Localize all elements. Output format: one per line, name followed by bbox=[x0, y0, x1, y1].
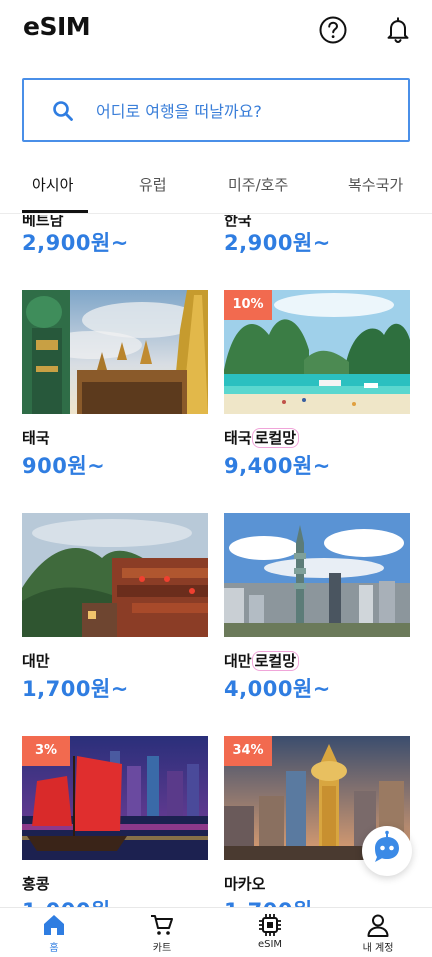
product-name: 대만 bbox=[22, 652, 50, 670]
product-name: 태국 로컬망 bbox=[224, 427, 300, 448]
nav-home-label: 홈 bbox=[49, 943, 59, 954]
product-image-thailand[interactable] bbox=[22, 290, 208, 414]
local-network-label: 로컬망 bbox=[251, 651, 300, 671]
product-price[interactable]: 9,400원~ bbox=[224, 450, 331, 480]
nav-esim[interactable]: eSIM bbox=[235, 912, 305, 957]
chatbot-button[interactable] bbox=[362, 826, 412, 876]
nav-account[interactable]: 내 계정 bbox=[343, 912, 413, 957]
search-icon bbox=[52, 100, 74, 122]
product-price[interactable]: 900원~ bbox=[22, 450, 105, 480]
bell-icon[interactable] bbox=[383, 15, 413, 45]
product-price[interactable]: 1,700원~ bbox=[224, 895, 331, 907]
nav-cart-label: 카트 bbox=[152, 943, 172, 954]
discount-badge: 10% bbox=[224, 290, 272, 320]
product-price[interactable]: 1,700원~ bbox=[22, 673, 129, 703]
product-image-thailand-local[interactable]: 10% bbox=[224, 290, 410, 414]
nav-esim-label: eSIM bbox=[257, 939, 283, 950]
chatbot-icon bbox=[375, 830, 399, 862]
discount-badge: 34% bbox=[224, 736, 272, 766]
tab-europe[interactable]: 유럽 bbox=[139, 174, 167, 195]
region-tabs: 아시아 유럽 미주/호주 복수국가 bbox=[0, 164, 432, 214]
discount-badge: 3% bbox=[22, 736, 70, 766]
product-price[interactable]: 1,000원~ bbox=[22, 895, 129, 907]
home-icon bbox=[44, 915, 64, 935]
nav-cart[interactable]: 카트 bbox=[127, 912, 197, 957]
app-header: eSIM bbox=[0, 0, 432, 62]
tab-multi-country[interactable]: 복수국가 bbox=[348, 174, 403, 195]
user-icon bbox=[367, 914, 389, 937]
tab-asia[interactable]: 아시아 bbox=[32, 174, 73, 195]
product-price[interactable]: 2,900원~ bbox=[22, 227, 129, 257]
product-name: 마카오 bbox=[224, 875, 266, 893]
nav-account-label: 내 계정 bbox=[362, 943, 394, 954]
bottom-navigation: 홈 카트 eSIM 내 계정 bbox=[0, 907, 432, 957]
search-box[interactable] bbox=[22, 78, 410, 142]
product-name: 홍콩 bbox=[22, 875, 50, 893]
product-name: 태국 bbox=[22, 429, 50, 447]
product-name: 대만 로컬망 bbox=[224, 650, 300, 671]
cart-icon bbox=[151, 915, 173, 935]
tab-america-australia[interactable]: 미주/호주 bbox=[228, 174, 288, 195]
help-circle-icon[interactable] bbox=[318, 15, 348, 45]
product-image-taiwan-local[interactable] bbox=[224, 513, 410, 637]
product-grid: 베트남 2,900원~ 한국 2,900원~ 10% 태국 900원~ 태국 로… bbox=[0, 215, 432, 907]
product-price[interactable]: 4,000원~ bbox=[224, 673, 331, 703]
active-tab-indicator bbox=[22, 210, 88, 213]
product-image-taiwan[interactable] bbox=[22, 513, 208, 637]
nav-home[interactable]: 홈 bbox=[19, 912, 89, 957]
product-price[interactable]: 2,900원~ bbox=[224, 227, 331, 257]
chip-icon bbox=[259, 914, 281, 936]
product-image-hongkong[interactable]: 3% bbox=[22, 736, 208, 860]
app-title: eSIM bbox=[23, 12, 91, 41]
search-input[interactable] bbox=[96, 96, 396, 126]
local-network-label: 로컬망 bbox=[251, 428, 300, 448]
